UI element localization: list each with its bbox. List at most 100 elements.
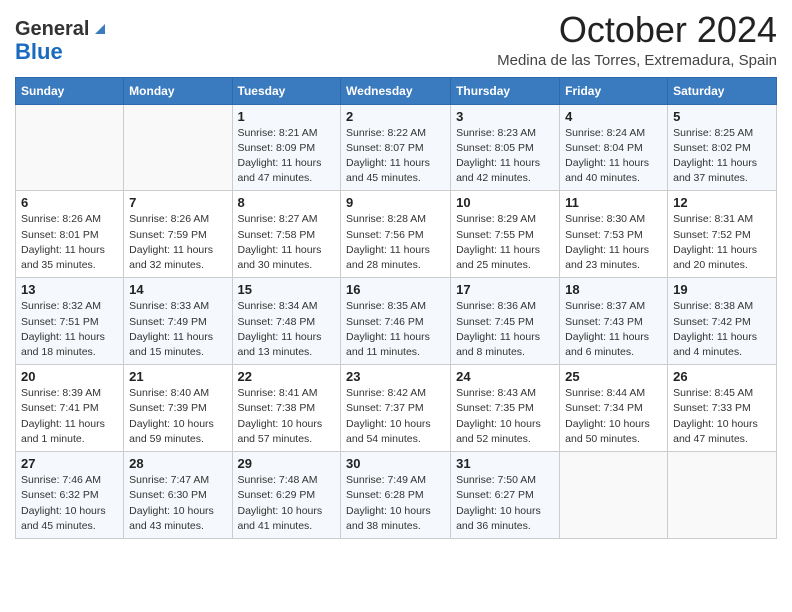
day-info: Sunrise: 8:28 AM Sunset: 7:56 PM Dayligh… <box>346 212 445 273</box>
location-subtitle: Medina de las Torres, Extremadura, Spain <box>497 52 777 69</box>
day-number: 16 <box>346 282 445 297</box>
calendar-cell: 25Sunrise: 8:44 AM Sunset: 7:34 PM Dayli… <box>560 365 668 452</box>
day-info: Sunrise: 8:31 AM Sunset: 7:52 PM Dayligh… <box>673 212 771 273</box>
day-number: 21 <box>129 369 226 384</box>
day-number: 13 <box>21 282 118 297</box>
logo-blue-text: Blue <box>15 39 63 64</box>
calendar-table: SundayMondayTuesdayWednesdayThursdayFrid… <box>15 77 777 539</box>
day-number: 19 <box>673 282 771 297</box>
weekday-header-thursday: Thursday <box>451 77 560 104</box>
day-number: 4 <box>565 109 662 124</box>
weekday-header-row: SundayMondayTuesdayWednesdayThursdayFrid… <box>16 77 777 104</box>
weekday-header-sunday: Sunday <box>16 77 124 104</box>
calendar-cell: 28 Sunrise: 7:47 AM Sunset: 6:30 PM Dayli… <box>124 452 232 539</box>
day-number: 27 <box>21 456 118 471</box>
calendar-cell: 4 Sunrise: 8:24 AM Sunset: 8:04 PM Daylig… <box>560 104 668 191</box>
calendar-cell: 19 Sunrise: 8:38 AM Sunset: 7:42 PM Dayli… <box>668 278 777 365</box>
calendar-cell: 2Sunrise: 8:22 AM Sunset: 8:07 PM Daylig… <box>341 104 451 191</box>
day-info: Sunrise: 8:35 AM Sunset: 7:46 PM Dayligh… <box>346 299 445 360</box>
day-info: Sunrise: 8:39 AM Sunset: 7:41 PM Dayligh… <box>21 386 118 447</box>
day-number: 20 <box>21 369 118 384</box>
day-number: 3 <box>456 109 554 124</box>
day-number: 9 <box>346 195 445 210</box>
day-number: 17 <box>456 282 554 297</box>
calendar-cell: 23Sunrise: 8:42 AM Sunset: 7:37 PM Dayli… <box>341 365 451 452</box>
calendar-week-1: 1 Sunrise: 8:21 AM Sunset: 8:09 PM Daylig… <box>16 104 777 191</box>
calendar-cell <box>124 104 232 191</box>
logo-general-text: General <box>15 18 89 40</box>
day-number: 26 <box>673 369 771 384</box>
day-info: Sunrise: 8:34 AM Sunset: 7:48 PM Dayligh… <box>238 299 336 360</box>
calendar-cell: 1 Sunrise: 8:21 AM Sunset: 8:09 PM Daylig… <box>232 104 341 191</box>
calendar-cell: 8 Sunrise: 8:27 AM Sunset: 7:58 PM Daylig… <box>232 191 341 278</box>
day-number: 23 <box>346 369 445 384</box>
calendar-week-2: 6Sunrise: 8:26 AM Sunset: 8:01 PM Daylig… <box>16 191 777 278</box>
day-number: 8 <box>238 195 336 210</box>
day-info: Sunrise: 8:26 AM Sunset: 7:59 PM Dayligh… <box>129 212 226 273</box>
day-number: 5 <box>673 109 771 124</box>
calendar-cell: 6Sunrise: 8:26 AM Sunset: 8:01 PM Daylig… <box>16 191 124 278</box>
day-number: 30 <box>346 456 445 471</box>
day-info: Sunrise: 8:37 AM Sunset: 7:43 PM Dayligh… <box>565 299 662 360</box>
calendar-cell: 20 Sunrise: 8:39 AM Sunset: 7:41 PM Dayli… <box>16 365 124 452</box>
calendar-cell: 17 Sunrise: 8:36 AM Sunset: 7:45 PM Dayli… <box>451 278 560 365</box>
day-number: 18 <box>565 282 662 297</box>
day-info: Sunrise: 8:33 AM Sunset: 7:49 PM Dayligh… <box>129 299 226 360</box>
day-info: Sunrise: 7:47 AM Sunset: 6:30 PM Dayligh… <box>129 473 226 534</box>
calendar-cell: 22 Sunrise: 8:41 AM Sunset: 7:38 PM Dayli… <box>232 365 341 452</box>
day-number: 25 <box>565 369 662 384</box>
calendar-week-3: 13 Sunrise: 8:32 AM Sunset: 7:51 PM Dayli… <box>16 278 777 365</box>
day-info: Sunrise: 8:41 AM Sunset: 7:38 PM Dayligh… <box>238 386 336 447</box>
calendar-cell: 29 Sunrise: 7:48 AM Sunset: 6:29 PM Dayli… <box>232 452 341 539</box>
day-number: 29 <box>238 456 336 471</box>
calendar-cell: 10 Sunrise: 8:29 AM Sunset: 7:55 PM Dayli… <box>451 191 560 278</box>
day-info: Sunrise: 8:27 AM Sunset: 7:58 PM Dayligh… <box>238 212 336 273</box>
day-info: Sunrise: 7:49 AM Sunset: 6:28 PM Dayligh… <box>346 473 445 534</box>
calendar-cell: 14 Sunrise: 8:33 AM Sunset: 7:49 PM Dayli… <box>124 278 232 365</box>
day-number: 14 <box>129 282 226 297</box>
day-info: Sunrise: 8:21 AM Sunset: 8:09 PM Dayligh… <box>238 126 336 187</box>
weekday-header-wednesday: Wednesday <box>341 77 451 104</box>
logo-triangle-icon <box>91 20 109 38</box>
calendar-cell: 30 Sunrise: 7:49 AM Sunset: 6:28 PM Dayli… <box>341 452 451 539</box>
day-info: Sunrise: 8:36 AM Sunset: 7:45 PM Dayligh… <box>456 299 554 360</box>
weekday-header-monday: Monday <box>124 77 232 104</box>
day-number: 15 <box>238 282 336 297</box>
calendar-cell <box>560 452 668 539</box>
calendar-cell: 18 Sunrise: 8:37 AM Sunset: 7:43 PM Dayli… <box>560 278 668 365</box>
calendar-cell: 7 Sunrise: 8:26 AM Sunset: 7:59 PM Daylig… <box>124 191 232 278</box>
calendar-cell: 24 Sunrise: 8:43 AM Sunset: 7:35 PM Dayli… <box>451 365 560 452</box>
day-info: Sunrise: 8:40 AM Sunset: 7:39 PM Dayligh… <box>129 386 226 447</box>
calendar-week-5: 27Sunrise: 7:46 AM Sunset: 6:32 PM Dayli… <box>16 452 777 539</box>
day-number: 11 <box>565 195 662 210</box>
day-info: Sunrise: 8:26 AM Sunset: 8:01 PM Dayligh… <box>21 212 118 273</box>
day-info: Sunrise: 7:48 AM Sunset: 6:29 PM Dayligh… <box>238 473 336 534</box>
day-info: Sunrise: 8:30 AM Sunset: 7:53 PM Dayligh… <box>565 212 662 273</box>
day-number: 24 <box>456 369 554 384</box>
day-info: Sunrise: 7:50 AM Sunset: 6:27 PM Dayligh… <box>456 473 554 534</box>
day-number: 28 <box>129 456 226 471</box>
day-number: 22 <box>238 369 336 384</box>
calendar-cell: 9 Sunrise: 8:28 AM Sunset: 7:56 PM Daylig… <box>341 191 451 278</box>
calendar-cell: 31 Sunrise: 7:50 AM Sunset: 6:27 PM Dayli… <box>451 452 560 539</box>
day-info: Sunrise: 8:43 AM Sunset: 7:35 PM Dayligh… <box>456 386 554 447</box>
day-number: 1 <box>238 109 336 124</box>
calendar-cell: 15 Sunrise: 8:34 AM Sunset: 7:48 PM Dayli… <box>232 278 341 365</box>
calendar-week-4: 20 Sunrise: 8:39 AM Sunset: 7:41 PM Dayli… <box>16 365 777 452</box>
day-number: 31 <box>456 456 554 471</box>
calendar-cell <box>668 452 777 539</box>
day-info: Sunrise: 8:24 AM Sunset: 8:04 PM Dayligh… <box>565 126 662 187</box>
calendar-cell: 5Sunrise: 8:25 AM Sunset: 8:02 PM Daylig… <box>668 104 777 191</box>
calendar-cell <box>16 104 124 191</box>
day-number: 7 <box>129 195 226 210</box>
calendar-cell: 27Sunrise: 7:46 AM Sunset: 6:32 PM Dayli… <box>16 452 124 539</box>
day-info: Sunrise: 8:32 AM Sunset: 7:51 PM Dayligh… <box>21 299 118 360</box>
day-info: Sunrise: 8:29 AM Sunset: 7:55 PM Dayligh… <box>456 212 554 273</box>
day-info: Sunrise: 8:38 AM Sunset: 7:42 PM Dayligh… <box>673 299 771 360</box>
calendar-cell: 26Sunrise: 8:45 AM Sunset: 7:33 PM Dayli… <box>668 365 777 452</box>
day-number: 12 <box>673 195 771 210</box>
day-number: 10 <box>456 195 554 210</box>
calendar-cell: 21 Sunrise: 8:40 AM Sunset: 7:39 PM Dayli… <box>124 365 232 452</box>
weekday-header-friday: Friday <box>560 77 668 104</box>
logo: General Blue <box>15 18 109 64</box>
